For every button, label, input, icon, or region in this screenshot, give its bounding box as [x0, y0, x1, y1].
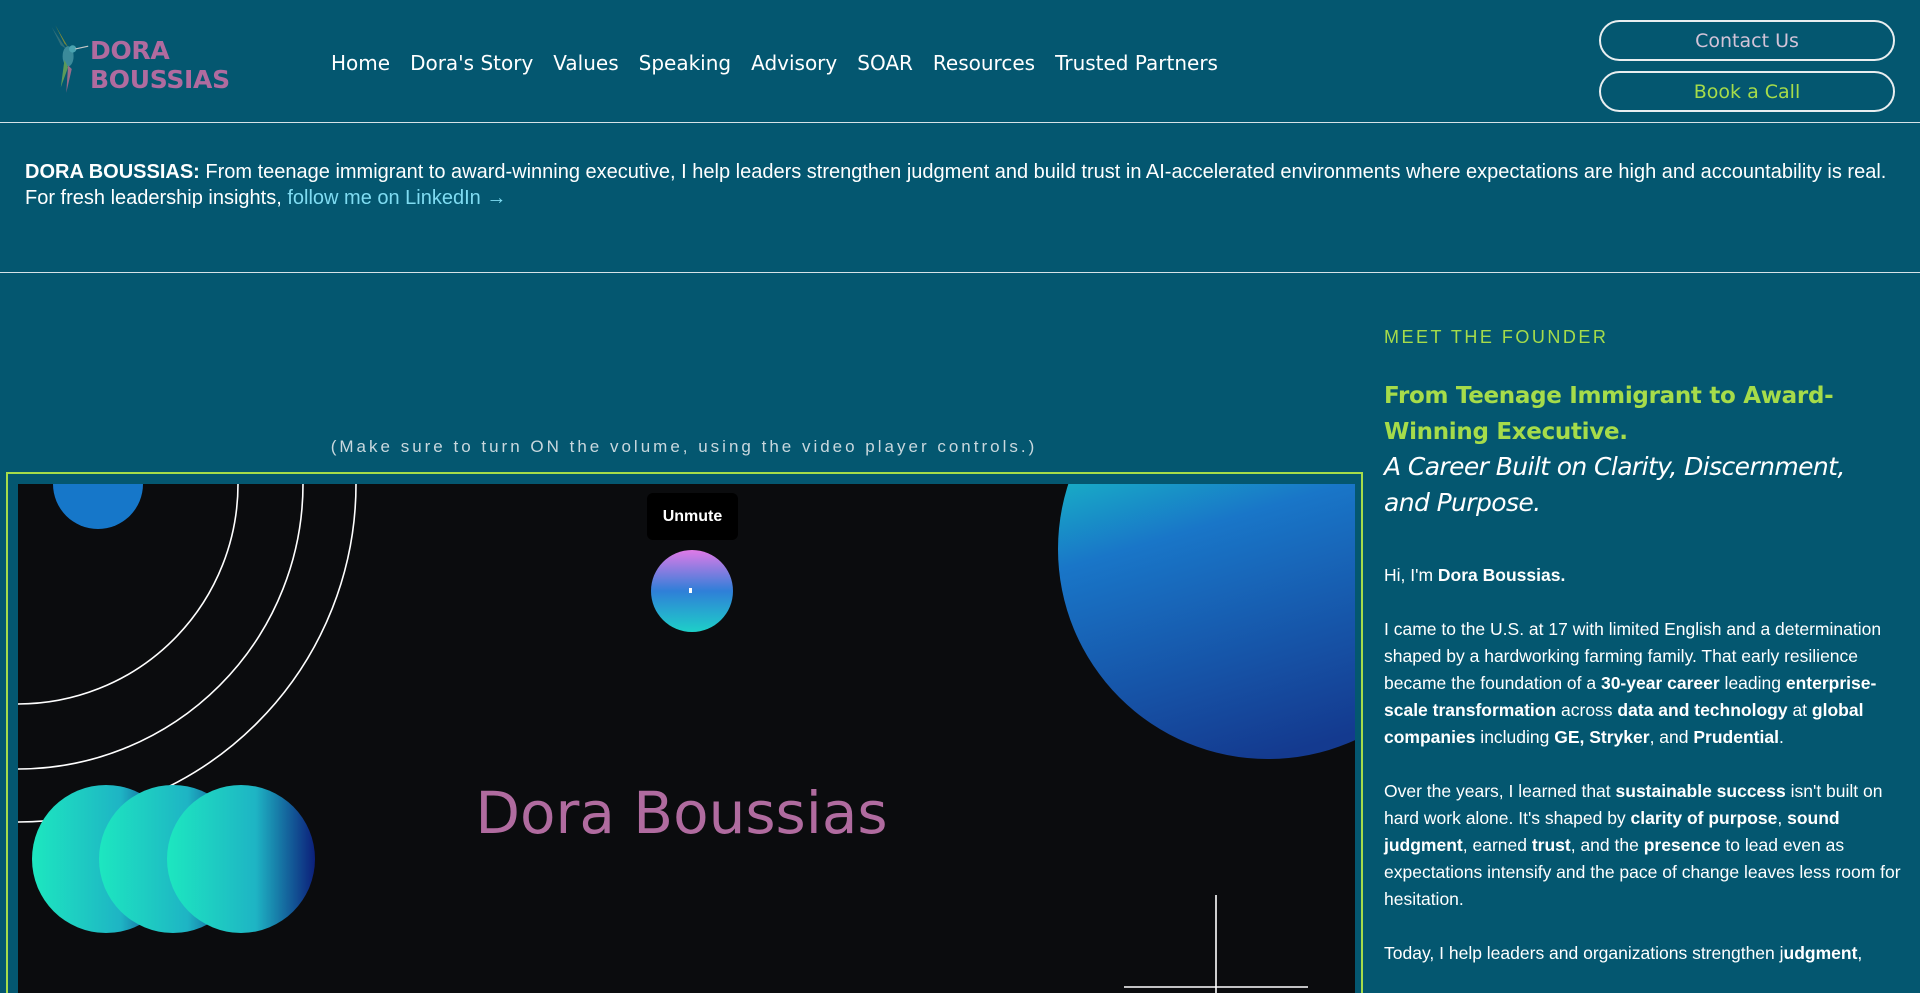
- body-text: leading: [1719, 673, 1786, 693]
- paragraph-today: Today, I help leaders and organizations …: [1384, 940, 1904, 967]
- nav-doras-story[interactable]: Dora's Story: [410, 51, 533, 75]
- nav-home[interactable]: Home: [331, 51, 390, 75]
- body-text: , and: [1649, 727, 1694, 747]
- body-text: at: [1787, 700, 1812, 720]
- bold-text: presence: [1643, 835, 1721, 855]
- body-text: across: [1556, 700, 1618, 720]
- founder-subhead: A Career Built on Clarity, Discernment, …: [1384, 452, 1845, 517]
- nav-speaking[interactable]: Speaking: [639, 51, 731, 75]
- paragraph-intro: Hi, I'm Dora Boussias.: [1384, 562, 1904, 589]
- nav-soar[interactable]: SOAR: [857, 51, 913, 75]
- nav-values[interactable]: Values: [553, 51, 618, 75]
- intro-name: DORA BOUSSIAS:: [25, 161, 200, 183]
- video-title: Dora Boussias: [475, 779, 888, 847]
- bold-text: udgment: [1783, 943, 1858, 963]
- paragraph-career: I came to the U.S. at 17 with limited En…: [1384, 616, 1904, 751]
- body-text: .: [1778, 727, 1784, 747]
- crosshair-lines: [1124, 895, 1308, 993]
- nav-resources[interactable]: Resources: [933, 51, 1035, 75]
- body-text: Hi, I'm: [1384, 565, 1438, 585]
- main-nav: Home Dora's Story Values Speaking Adviso…: [331, 51, 1238, 75]
- bold-text: 30-year career: [1600, 673, 1720, 693]
- bold-text: sustainable success: [1615, 781, 1786, 801]
- video-player[interactable]: Dora Boussias Unmute: [18, 484, 1355, 993]
- logo[interactable]: DORA BOUSSIAS: [48, 18, 298, 100]
- concentric-arcs: [18, 484, 357, 823]
- linkedin-link[interactable]: follow me on LinkedIn →: [287, 187, 506, 209]
- body-text: , earned: [1462, 835, 1532, 855]
- body-text: including: [1475, 727, 1555, 747]
- gradient-sphere: [1058, 484, 1355, 759]
- hummingbird-icon: [51, 25, 89, 93]
- linkedin-prefix: For fresh leadership insights,: [25, 187, 288, 209]
- bold-text: Prudential: [1693, 727, 1779, 747]
- nav-advisory[interactable]: Advisory: [751, 51, 837, 75]
- bold-text: GE, Stryker: [1554, 727, 1650, 747]
- body-text: ,: [1777, 808, 1788, 828]
- site-header: DORA BOUSSIAS Home Dora's Story Values S…: [0, 0, 1920, 123]
- body-text: Over the years, I learned that: [1384, 781, 1616, 801]
- volume-note: (Make sure to turn ON the volume, using …: [330, 437, 1038, 456]
- blue-dot: [53, 484, 143, 529]
- loading-spinner: [651, 550, 733, 632]
- intro-tagline: From teenage immigrant to award-winning …: [199, 161, 1887, 183]
- body-text: , and the: [1570, 835, 1644, 855]
- nav-trusted-partners[interactable]: Trusted Partners: [1055, 51, 1218, 75]
- founder-headline: From Teenage Immigrant to Award-Winning …: [1384, 383, 1834, 445]
- bold-text: trust: [1531, 835, 1571, 855]
- book-a-call-button[interactable]: Book a Call: [1599, 71, 1895, 112]
- logo-text: DORA BOUSSIAS: [90, 36, 230, 94]
- body-text: Today, I help leaders and organizations …: [1384, 943, 1784, 963]
- contact-us-button[interactable]: Contact Us: [1599, 20, 1895, 61]
- paragraph-success: Over the years, I learned that sustainab…: [1384, 778, 1904, 913]
- bold-text: Dora Boussias.: [1437, 565, 1566, 585]
- body-text: ,: [1857, 943, 1863, 963]
- founder-body: Hi, I'm Dora Boussias. I came to the U.S…: [1384, 562, 1904, 993]
- bold-text: data and technology: [1617, 700, 1788, 720]
- founder-eyebrow: MEET THE FOUNDER: [1384, 327, 1609, 347]
- intro-banner: DORA BOUSSIAS: From teenage immigrant to…: [0, 123, 1920, 273]
- unmute-button[interactable]: Unmute: [647, 493, 738, 540]
- video-frame: Dora Boussias Unmute: [6, 472, 1363, 993]
- bold-text: clarity of purpose: [1630, 808, 1778, 828]
